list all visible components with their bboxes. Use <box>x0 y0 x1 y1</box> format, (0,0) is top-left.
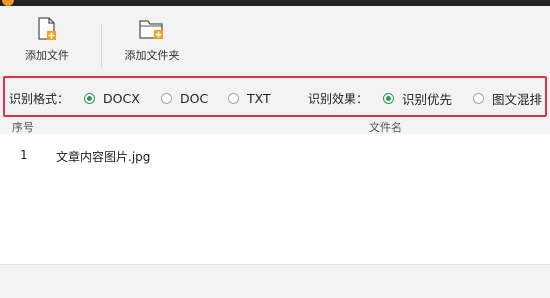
format-option-label: TXT <box>247 90 271 106</box>
toolbar: 添加文件 添加文件夹 <box>0 6 550 70</box>
effect-option-label: 识别优先 <box>402 91 453 107</box>
add-file-label: 添加文件 <box>25 49 69 62</box>
effect-option-label: 图文混排 <box>492 91 543 107</box>
effect-label: 识别效果： <box>308 92 369 106</box>
add-folder-icon <box>139 20 163 39</box>
row-filename: 文章内容图片.jpg <box>56 150 151 164</box>
format-option-txt[interactable]: TXT <box>228 88 271 108</box>
column-filename-header: 文件名 <box>369 121 402 134</box>
radio-checked-icon[interactable] <box>84 92 95 104</box>
format-option-doc[interactable]: DOC <box>161 88 208 108</box>
add-folder-button[interactable]: 添加文件夹 <box>114 16 190 68</box>
bottom-panel <box>0 265 550 298</box>
column-index-header: 序号 <box>12 121 34 134</box>
file-list-header: 序号 文件名 <box>0 118 550 134</box>
table-row[interactable]: 1 文章内容图片.jpg <box>0 145 550 167</box>
format-option-label: DOCX <box>103 90 140 106</box>
radio-unchecked-icon[interactable] <box>228 92 239 104</box>
toolbar-divider <box>101 24 102 68</box>
effect-option-recognition-first[interactable]: 识别优先 <box>383 88 452 108</box>
row-index: 1 <box>20 148 28 162</box>
add-file-button[interactable]: 添加文件 <box>12 16 82 68</box>
radio-unchecked-icon[interactable] <box>161 92 172 104</box>
add-folder-label: 添加文件夹 <box>124 49 180 62</box>
add-file-icon <box>38 17 56 40</box>
format-option-docx[interactable]: DOCX <box>84 88 140 108</box>
radio-unchecked-icon[interactable] <box>473 92 484 104</box>
format-label: 识别格式： <box>9 92 70 106</box>
radio-checked-icon[interactable] <box>383 92 394 104</box>
effect-option-mixed-layout[interactable]: 图文混排 <box>473 88 542 108</box>
format-option-label: DOC <box>180 90 209 106</box>
options-row: 识别格式： DOCX DOC TXT 识别效果： 识别优先 图文混排 <box>0 88 550 108</box>
